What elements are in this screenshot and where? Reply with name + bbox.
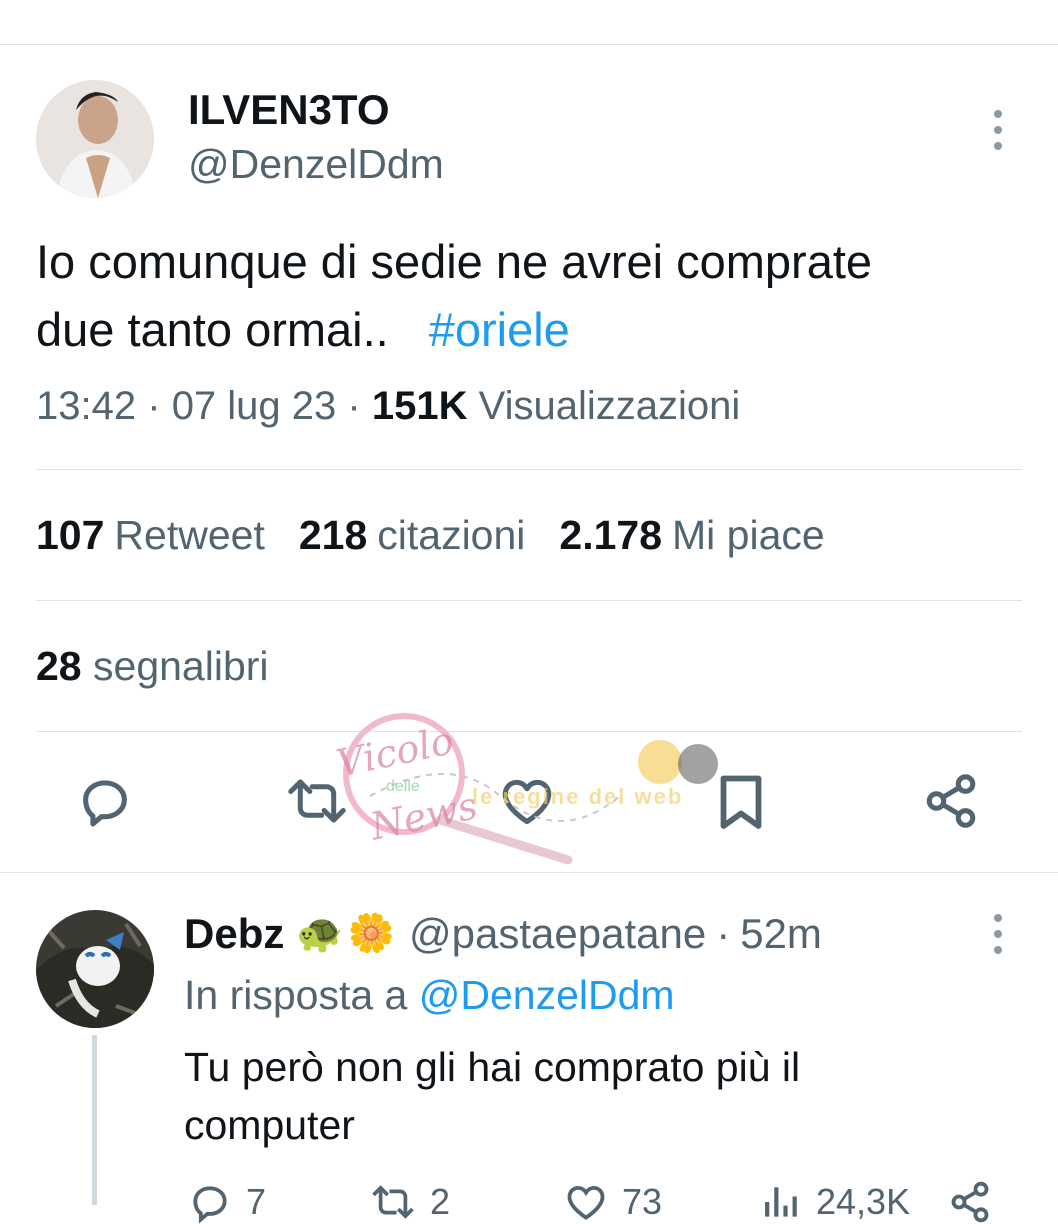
- likes-label[interactable]: Mi piace: [672, 512, 825, 558]
- reply-reply-count: 7: [246, 1181, 267, 1222]
- tweet-meta: 13:42 · 07 lug 23 · 151K Visualizzazioni: [36, 384, 740, 429]
- tweet-time[interactable]: 13:42: [36, 384, 136, 428]
- quotes-label[interactable]: citazioni: [377, 512, 525, 558]
- reply-icon: [193, 1186, 227, 1224]
- reply-author-name[interactable]: Debz: [184, 910, 284, 958]
- engagement-stats: 107 Retweet 218 citazioni 2.178 Mi piace: [36, 512, 859, 559]
- divider-replies: [0, 872, 1058, 873]
- bookmark-button[interactable]: [710, 770, 772, 832]
- reply-retweet-count: 2: [430, 1181, 451, 1222]
- reply-time[interactable]: 52m: [740, 910, 822, 958]
- tweet-date[interactable]: 07 lug 23: [172, 384, 337, 428]
- like-icon: [567, 1185, 605, 1220]
- bookmarks-count: 28: [36, 643, 82, 689]
- tweet-text-line-2: due tanto ormai..: [36, 303, 389, 356]
- retweets-label[interactable]: Retweet: [114, 512, 264, 558]
- like-icon: [502, 779, 552, 825]
- reply-text: Tu però non gli hai comprato più il comp…: [184, 1038, 1004, 1154]
- hashtag-link[interactable]: #oriele: [429, 303, 570, 356]
- reply-views-button[interactable]: 24,3K: [758, 1180, 910, 1224]
- quotes-count[interactable]: 218: [299, 512, 367, 558]
- separator: ·: [716, 910, 731, 957]
- watermark-text-3: News: [366, 783, 482, 849]
- reply-header: Debz 🐢 🌼 @pastaepatane · 52m: [184, 910, 822, 958]
- replying-to-link[interactable]: @DenzelDdm: [419, 972, 675, 1018]
- replying-prefix: In risposta a: [184, 972, 408, 1018]
- reply-more-options-icon[interactable]: [992, 914, 1004, 954]
- likes-count[interactable]: 2.178: [559, 512, 662, 558]
- reply-share-button[interactable]: [948, 1180, 992, 1224]
- views-count[interactable]: 151K: [372, 384, 468, 428]
- reply-like-button[interactable]: 73: [564, 1180, 662, 1224]
- divider-meta: [36, 469, 1022, 470]
- reply-author-handle[interactable]: @pastaepatane: [409, 910, 706, 958]
- retweet-icon: [288, 779, 346, 823]
- bookmark-icon: [720, 775, 762, 829]
- author-handle[interactable]: @DenzelDdm: [188, 141, 444, 188]
- retweets-count[interactable]: 107: [36, 512, 104, 558]
- top-divider: [0, 44, 1058, 45]
- reply-actions: 7 2 73 24,3K: [184, 1180, 1014, 1224]
- reply-button[interactable]: [74, 770, 136, 832]
- author-avatar[interactable]: [36, 80, 154, 198]
- divider-stats: [36, 600, 1022, 601]
- like-button[interactable]: [496, 770, 558, 832]
- views-icon: [765, 1187, 797, 1217]
- reply-views-count: 24,3K: [816, 1181, 911, 1222]
- tweet-text-line-1: Io comunque di sedie ne avrei comprate: [36, 235, 873, 288]
- turtle-emoji: 🐢: [296, 913, 344, 955]
- thread-line: [92, 1035, 97, 1205]
- separator: ·: [347, 384, 361, 428]
- more-options-icon[interactable]: [992, 110, 1004, 150]
- divider-bookmarks: [36, 731, 1022, 732]
- retweet-icon: [372, 1185, 414, 1219]
- reply-icon: [83, 780, 127, 827]
- daisy-emoji: 🌼: [347, 913, 396, 955]
- share-icon: [951, 1181, 989, 1223]
- reply-author-avatar[interactable]: [36, 910, 154, 1028]
- replying-to: In risposta a @DenzelDdm: [184, 972, 675, 1019]
- reply-like-count: 73: [622, 1181, 663, 1222]
- reply-text-line-1: Tu però non gli hai comprato più il: [184, 1044, 801, 1090]
- share-icon: [926, 774, 976, 828]
- bookmarks-stat[interactable]: 28 segnalibri: [36, 643, 269, 690]
- share-button[interactable]: [920, 770, 982, 832]
- reply-reply-button[interactable]: 7: [188, 1180, 266, 1224]
- reply-retweet-button[interactable]: 2: [370, 1180, 450, 1224]
- tweet-text: Io comunque di sedie ne avrei comprate d…: [36, 228, 1026, 364]
- watermark-text-2: delle: [386, 778, 420, 795]
- separator: ·: [147, 384, 161, 428]
- reply-text-line-2: computer: [184, 1102, 355, 1148]
- watermark-text-1: Vicolo: [332, 718, 458, 786]
- author-name[interactable]: ILVEN3TO: [188, 86, 390, 134]
- retweet-button[interactable]: [286, 770, 348, 832]
- views-label[interactable]: Visualizzazioni: [479, 384, 741, 428]
- bookmarks-label: segnalibri: [93, 643, 269, 689]
